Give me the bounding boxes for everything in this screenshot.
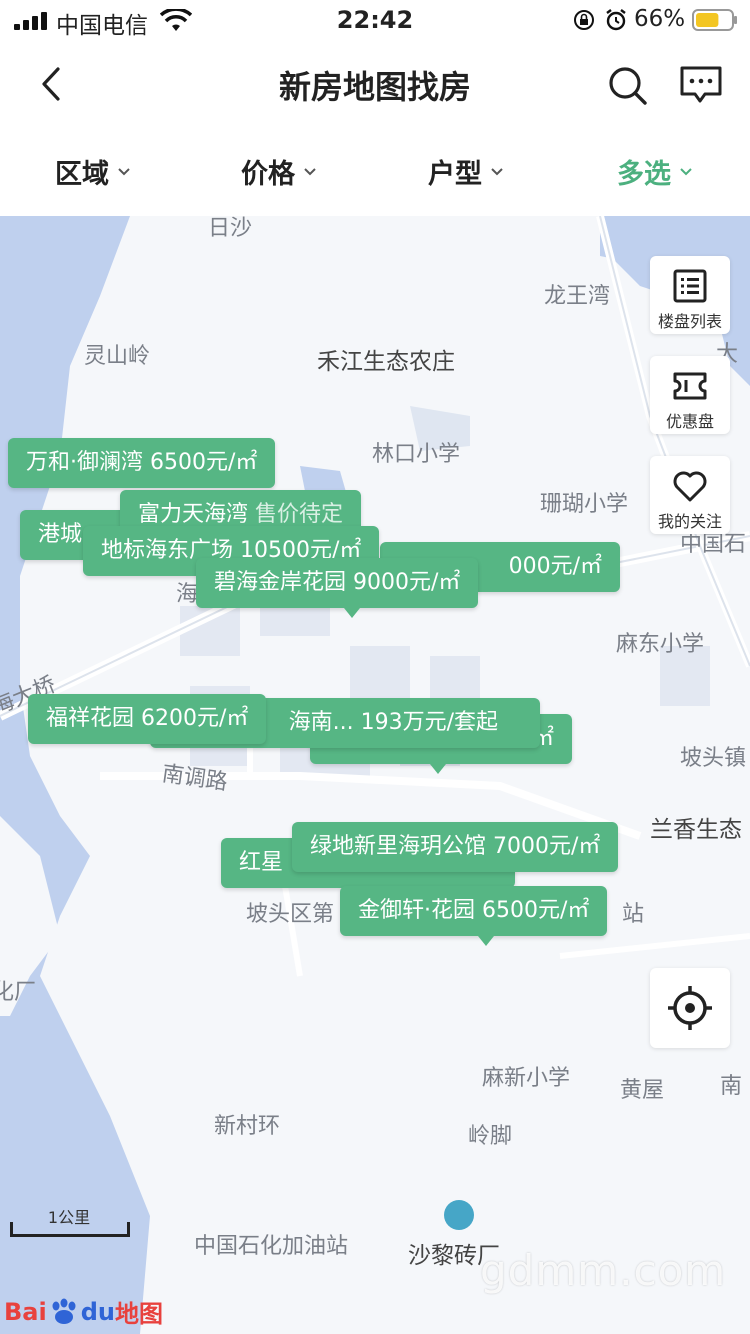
filter-layout[interactable]: 户型 — [428, 152, 504, 191]
alarm-icon — [606, 9, 626, 31]
battery-percent: 66% — [634, 6, 686, 32]
place-label: 中国石化加油站 — [194, 1234, 349, 1259]
property-marker[interactable]: 福祥花园 6200元/㎡ — [28, 694, 267, 744]
filter-bar: 区域 价格 户型 多选 — [0, 128, 750, 216]
place-label: 林口小学 — [372, 442, 461, 467]
list-icon — [673, 269, 707, 303]
filter-price-label: 价格 — [241, 159, 295, 190]
property-marker[interactable]: 碧海金岸花园 9000元/㎡ — [196, 558, 479, 618]
place-label: 海 — [176, 582, 199, 607]
place-label: 龙王湾 — [544, 284, 611, 309]
place-label: 站 — [622, 902, 645, 927]
property-marker-text: 000元/㎡ — [508, 554, 602, 579]
place-label: 珊瑚小学 — [540, 492, 629, 517]
place-label: 麻新小学 — [482, 1066, 571, 1091]
place-label: 坡头镇 — [680, 746, 747, 771]
baidu-map-logo: Bai du 地图 — [4, 1297, 163, 1329]
chevron-down-icon — [491, 167, 503, 175]
place-label: 黄屋 — [620, 1078, 665, 1103]
place-label: 坡头区第 — [246, 902, 335, 927]
factory-poi-icon — [444, 1200, 474, 1230]
property-list-button[interactable]: 楼盘列表 — [650, 256, 730, 334]
search-icon[interactable] — [606, 64, 648, 106]
chevron-down-icon — [304, 167, 316, 175]
place-label: 灵山岭 — [84, 344, 151, 369]
battery-icon — [692, 9, 737, 31]
place-label: 日沙 — [208, 216, 253, 241]
scale-bar — [10, 1222, 130, 1237]
place-label: 麻东小学 — [616, 632, 705, 657]
map-scale: 1公里 — [10, 1204, 130, 1240]
place-label: 禾江生态农庄 — [317, 349, 455, 375]
chevron-down-icon — [118, 167, 130, 175]
place-label: 化厂 — [0, 980, 37, 1005]
property-marker-text: 绿地新里海玥公馆 7000元/㎡ — [310, 834, 601, 859]
property-marker-text: 海南... 193万元/套起 — [288, 710, 498, 735]
property-marker-status: 售价待定 — [255, 502, 344, 527]
my-favorites-label: 我的关注 — [657, 512, 722, 531]
locate-button[interactable] — [650, 968, 730, 1048]
filter-more-label: 多选 — [617, 159, 671, 190]
place-label: 岭脚 — [468, 1124, 513, 1149]
ticket-icon — [673, 372, 707, 400]
filter-area-label: 区域 — [55, 159, 109, 190]
property-marker-text: 红星 — [239, 850, 284, 875]
map-view[interactable]: 日沙 龙王湾 灵山岭 禾江生态农庄 大 林口小学 珊瑚小学 中国石 海 麻东小学… — [0, 216, 750, 1334]
map-background — [0, 216, 750, 1334]
property-marker-text: 金御轩·花园 6500元/㎡ — [358, 898, 590, 923]
property-marker-text: 碧海金岸花园 9000元/㎡ — [214, 570, 461, 595]
watermark: gdmm.com — [480, 1246, 727, 1295]
property-marker-name: 富力天海湾 — [138, 502, 249, 527]
nav-bar: 新房地图找房 — [0, 44, 750, 128]
filter-area[interactable]: 区域 — [55, 152, 131, 191]
discount-button[interactable]: 优惠盘 — [650, 356, 730, 434]
discount-label: 优惠盘 — [665, 412, 714, 431]
filter-more[interactable]: 多选 — [617, 152, 693, 191]
paw-icon — [52, 1298, 76, 1324]
property-marker[interactable]: 万和·御澜湾 6500元/㎡ — [8, 438, 276, 488]
property-list-label: 楼盘列表 — [657, 312, 722, 331]
orientation-lock-icon — [574, 10, 594, 30]
place-label: 新村环 — [214, 1114, 281, 1139]
property-marker-text: 福祥花园 6200元/㎡ — [46, 706, 249, 731]
property-marker-text: 万和·御澜湾 6500元/㎡ — [26, 450, 258, 475]
status-bar: 中国电信 22:42 66% — [0, 0, 750, 44]
message-icon[interactable] — [678, 64, 724, 106]
place-label: 兰香生态 — [650, 817, 742, 843]
heart-icon — [673, 471, 707, 502]
my-favorites-button[interactable]: 我的关注 — [650, 456, 730, 534]
filter-layout-label: 户型 — [428, 159, 482, 190]
property-marker[interactable]: 绿地新里海玥公馆 7000元/㎡ — [292, 822, 619, 872]
property-marker-text: 港城 — [38, 522, 83, 547]
filter-price[interactable]: 价格 — [241, 152, 317, 191]
crosshair-icon — [668, 986, 712, 1030]
place-label: 南 — [720, 1074, 743, 1099]
chevron-down-icon — [680, 167, 692, 175]
property-marker[interactable]: 金御轩·花园 6500元/㎡ — [340, 886, 608, 946]
